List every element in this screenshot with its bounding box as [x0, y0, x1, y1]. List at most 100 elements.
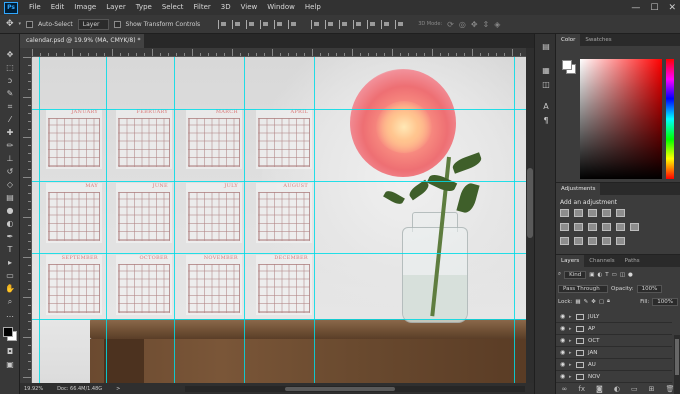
hand-icon[interactable]: ✋	[4, 284, 16, 294]
document-tab[interactable]: calendar.psd @ 19.9% (MA, CMYK/8) * ×	[20, 34, 144, 58]
filter-pixel-icon[interactable]: ▣	[589, 272, 594, 278]
guide-horizontal[interactable]	[32, 109, 526, 110]
expand-caret-icon[interactable]: ▸	[569, 350, 576, 356]
guide-horizontal[interactable]	[32, 319, 526, 320]
scrollbar-thumb[interactable]	[675, 339, 679, 375]
history-panel-icon[interactable]: ▤	[540, 42, 552, 52]
scrollbar-thumb[interactable]	[527, 168, 533, 238]
expand-caret-icon[interactable]: ▸	[569, 374, 576, 380]
horizontal-ruler[interactable]	[32, 48, 526, 57]
guide-horizontal[interactable]	[32, 181, 526, 182]
pen-icon[interactable]: ✒	[4, 232, 16, 242]
layer-kind-filter[interactable]: Kind	[564, 270, 587, 279]
layer-row[interactable]: ◉ ▸ AU	[556, 359, 672, 371]
menu-file[interactable]: File	[24, 0, 46, 15]
gradient-map-icon[interactable]	[616, 237, 625, 245]
gradient-icon[interactable]: ▤	[4, 193, 16, 203]
paragraph-panel-icon[interactable]: ¶	[540, 116, 552, 126]
visibility-eye-icon[interactable]: ◉	[560, 325, 569, 332]
screen-mode-icon[interactable]: ▣	[4, 360, 16, 370]
auto-select-dropdown[interactable]: Layer	[77, 18, 109, 30]
guide-horizontal[interactable]	[32, 253, 526, 254]
vibrance-icon[interactable]	[616, 209, 625, 217]
character-panel-icon[interactable]: A	[540, 102, 552, 112]
filter-smart-object-icon[interactable]: ◫	[620, 272, 625, 278]
layer-row[interactable]: ◉ ▸ JAN	[556, 347, 672, 359]
black-white-icon[interactable]	[588, 223, 597, 231]
crop-icon[interactable]: ⌗	[4, 102, 16, 112]
blend-mode-dropdown[interactable]: Pass Through	[558, 284, 608, 293]
3d-slide-icon[interactable]: ⇕	[483, 20, 490, 29]
tab-paths[interactable]: Paths	[620, 255, 645, 267]
invert-icon[interactable]	[560, 237, 569, 245]
tab-color[interactable]: Color	[556, 34, 581, 46]
menu-type[interactable]: Type	[131, 0, 157, 15]
minimize-button[interactable]: —	[631, 3, 640, 13]
align-bottom-icon[interactable]	[246, 19, 255, 29]
lock-paint-icon[interactable]: ✎	[584, 299, 589, 305]
zoom-level[interactable]: 19.92%	[24, 386, 43, 392]
layer-row[interactable]: ◉ ▸ JULY	[556, 311, 672, 323]
visibility-eye-icon[interactable]: ◉	[560, 313, 569, 320]
menu-select[interactable]: Select	[157, 0, 189, 15]
scrollbar-thumb[interactable]	[285, 387, 395, 391]
guide-vertical[interactable]	[174, 57, 175, 383]
expand-caret-icon[interactable]: ▸	[569, 362, 576, 368]
distribute-vcenter-icon[interactable]	[325, 19, 334, 29]
layer-row[interactable]: ◉ ▸ NOV	[556, 371, 672, 383]
guide-vertical[interactable]	[314, 57, 315, 383]
new-layer-icon[interactable]: ⊞	[649, 385, 655, 393]
auto-align-icon[interactable]	[395, 19, 404, 29]
photo-filter-icon[interactable]	[602, 223, 611, 231]
exposure-icon[interactable]	[602, 209, 611, 217]
opacity-input[interactable]: 100%	[636, 284, 663, 293]
blur-icon[interactable]: ●	[4, 206, 16, 216]
hue-saturation-icon[interactable]	[560, 223, 569, 231]
color-balance-icon[interactable]	[574, 223, 583, 231]
lasso-icon[interactable]: ↄ	[4, 76, 16, 86]
brush-icon[interactable]: ✏	[4, 141, 16, 151]
hue-slider[interactable]	[666, 59, 674, 179]
menu-edit[interactable]: Edit	[46, 0, 70, 15]
ruler-corner[interactable]	[20, 48, 32, 57]
expand-caret-icon[interactable]: ▸	[569, 326, 576, 332]
menu-filter[interactable]: Filter	[188, 0, 215, 15]
more-tools-icon[interactable]: …	[4, 310, 16, 320]
curves-icon[interactable]	[588, 209, 597, 217]
canvas-horizontal-scrollbar[interactable]	[185, 386, 525, 392]
visibility-eye-icon[interactable]: ◉	[560, 361, 569, 368]
marquee-icon[interactable]: ⬚	[4, 63, 16, 73]
align-left-icon[interactable]	[260, 19, 269, 29]
link-layers-icon[interactable]: ∞	[562, 385, 568, 393]
path-select-icon[interactable]: ▸	[4, 258, 16, 268]
quick-mask-icon[interactable]: ◘	[4, 347, 16, 357]
history-brush-icon[interactable]: ↺	[4, 167, 16, 177]
distribute-right-icon[interactable]	[381, 19, 390, 29]
filter-adjustment-icon[interactable]: ◐	[597, 272, 602, 278]
expand-caret-icon[interactable]: ▸	[569, 314, 576, 320]
add-mask-icon[interactable]: ◙	[596, 385, 603, 393]
3d-scale-icon[interactable]: ◈	[494, 20, 500, 29]
align-top-icon[interactable]	[218, 19, 227, 29]
move-tool-preset-icon[interactable]: ✥	[6, 19, 14, 29]
distribute-left-icon[interactable]	[353, 19, 362, 29]
filter-type-icon[interactable]: T	[605, 272, 608, 278]
distribute-top-icon[interactable]	[311, 19, 320, 29]
move-icon[interactable]: ✥	[4, 50, 16, 60]
channel-mixer-icon[interactable]	[616, 223, 625, 231]
document-canvas[interactable]: JANUARY FEBRUARY MARCH APRIL MAY JUNE JU…	[32, 57, 526, 383]
foreground-color-swatch[interactable]	[3, 327, 13, 337]
tab-channels[interactable]: Channels	[584, 255, 619, 267]
stamp-icon[interactable]: ⊥	[4, 154, 16, 164]
lock-position-icon[interactable]: ✥	[591, 299, 596, 305]
visibility-eye-icon[interactable]: ◉	[560, 373, 569, 380]
filter-toggle-icon[interactable]: ●	[628, 272, 633, 278]
menu-image[interactable]: Image	[69, 0, 101, 15]
menu-help[interactable]: Help	[300, 0, 326, 15]
expand-caret-icon[interactable]: ▸	[569, 338, 576, 344]
align-hcenter-icon[interactable]	[274, 19, 283, 29]
3d-rotate-icon[interactable]: ⟳	[447, 20, 454, 29]
menu-window[interactable]: Window	[262, 0, 300, 15]
color-lookup-icon[interactable]	[630, 223, 639, 231]
layer-row[interactable]: ◉ ▸ OCT	[556, 335, 672, 347]
